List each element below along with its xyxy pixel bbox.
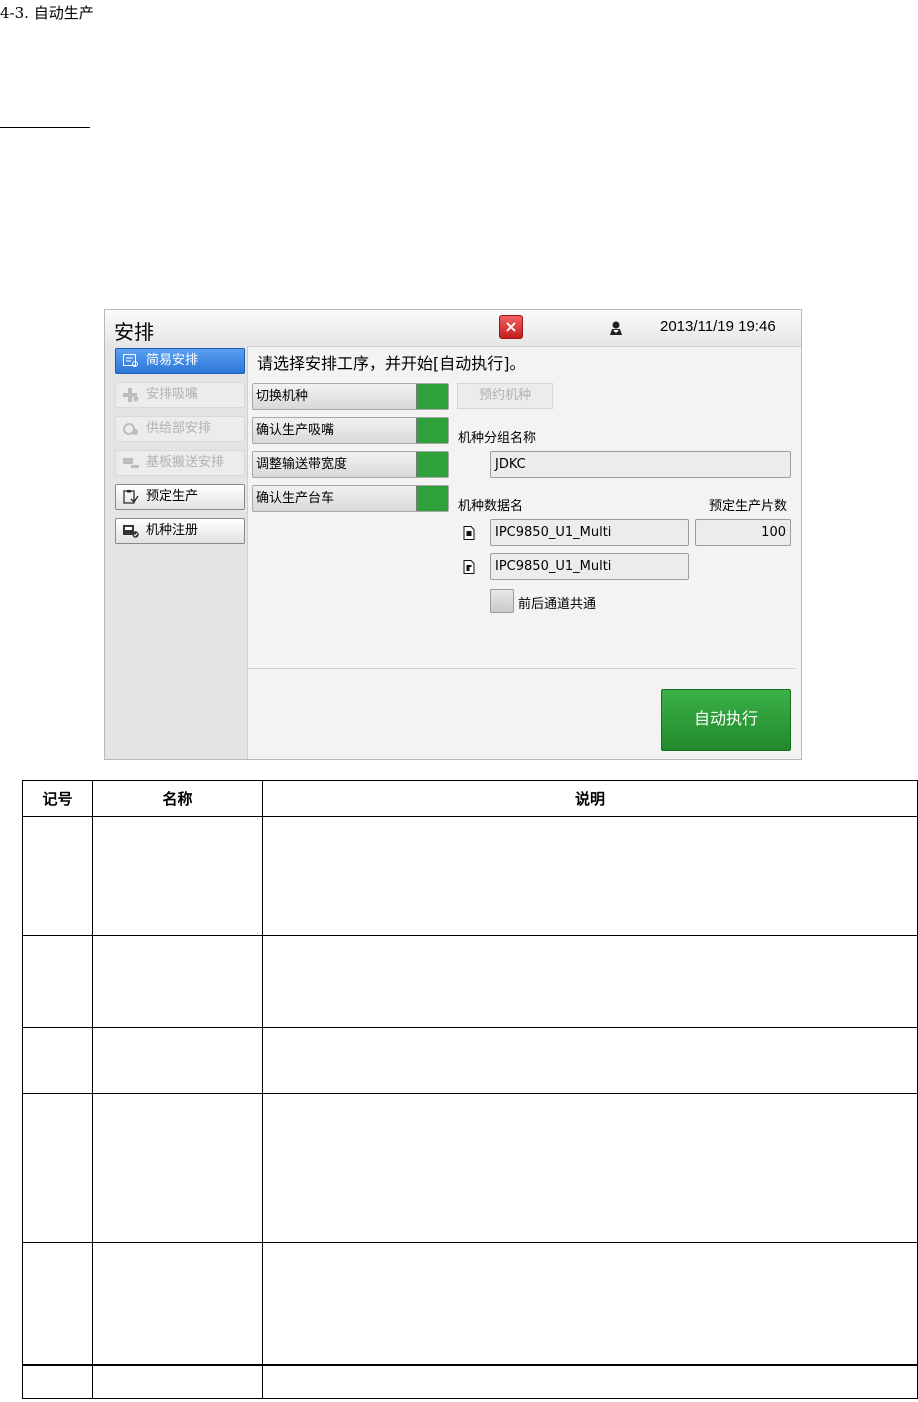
table-cell [22,935,93,1028]
table-cell [262,1364,918,1399]
step-change-model[interactable]: 切换机种 [252,383,449,410]
sidebar: 简易安排 安排吸嘴 供给部安排 基板搬送安排 预定生产 机种注册 [105,346,248,759]
sidebar-item-label: 供给部安排 [146,421,212,436]
group-name-label: 机种分组名称 [458,431,537,446]
common-lane-label: 前后通道共通 [518,597,597,612]
table-row [22,1027,918,1094]
step-confirm-cart[interactable]: 确认生产台车 [252,485,449,512]
list-search-icon [123,354,138,367]
sidebar-item-label: 基板搬送安排 [146,455,225,470]
group-name-field[interactable]: JDKC [490,451,791,478]
status-lamp [416,486,448,511]
step-label: 确认生产台车 [256,491,335,506]
sidebar-item-board-transfer[interactable]: 基板搬送安排 [115,450,245,476]
divider [248,668,795,669]
sidebar-item-nozzle-arrange[interactable]: 安排吸嘴 [115,382,245,408]
status-lamp [416,418,448,443]
table-cell [92,935,263,1028]
table-cell [92,816,263,936]
status-lamp [416,452,448,477]
table-cell [22,1242,93,1365]
table-row [22,1242,918,1365]
auto-execute-button[interactable]: 自动执行 [661,689,791,751]
table-cell [262,1093,918,1243]
register-icon [123,525,139,538]
sidebar-item-feeder-arrange[interactable]: 供给部安排 [115,416,245,442]
common-lane-checkbox[interactable] [490,589,514,613]
table-cell [22,816,93,936]
section-heading: 4-3. 自动生产 [0,4,94,22]
table-cell [92,1093,263,1243]
table-row [22,935,918,1028]
rear-file-icon [463,560,475,574]
title-bar: 安排 × 2013/11/19 19:46 [105,310,801,347]
datetime-display: 2013/11/19 19:46 [660,318,776,335]
data-name-rear-field[interactable]: IPC9850_U1_Multi [490,553,689,580]
feeder-icon [123,423,138,435]
table-cell [92,1364,263,1399]
table-cell [22,1093,93,1243]
column-header-name: 名称 [92,780,263,817]
clipboard-icon [123,490,139,504]
sidebar-item-label: 简易安排 [146,353,199,368]
step-label: 调整输送带宽度 [256,457,348,472]
step-label: 确认生产吸嘴 [256,423,335,438]
table-cell [22,1364,93,1399]
sidebar-item-model-register[interactable]: 机种注册 [115,518,245,544]
close-button[interactable]: × [499,315,523,339]
reserve-model-button[interactable]: 预约机种 [457,383,553,409]
table-row [22,1364,918,1399]
sidebar-item-scheduled-production[interactable]: 预定生产 [115,484,245,510]
sidebar-item-label: 机种注册 [146,523,199,538]
table-cell [92,1027,263,1094]
description-table: 记号 名称 说明 [22,780,918,1399]
table-header-row: 记号 名称 说明 [22,780,918,817]
screen-title: 安排 [114,320,154,344]
planned-count-label: 预定生产片数 [709,499,788,514]
planned-count-field[interactable]: 100 [695,519,791,546]
status-lamp [416,384,448,409]
sidebar-item-label: 预定生产 [146,489,199,504]
sidebar-item-simple-arrange[interactable]: 简易安排 [115,348,245,374]
board-transfer-icon [123,458,139,468]
step-confirm-nozzle[interactable]: 确认生产吸嘴 [252,417,449,444]
column-header-description: 说明 [262,780,918,817]
data-name-front-field[interactable]: IPC9850_U1_Multi [490,519,689,546]
heading-underline [0,127,90,128]
sidebar-item-label: 安排吸嘴 [146,387,199,402]
step-adjust-conveyor[interactable]: 调整输送带宽度 [252,451,449,478]
table-cell [92,1242,263,1365]
table-row [22,816,918,936]
add-nozzle-icon [123,388,139,402]
user-icon [610,321,622,335]
table-row [22,1093,918,1243]
screenshot-panel: 安排 × 2013/11/19 19:46 简易安排 安排吸嘴 供给部安排 基板… [104,309,802,760]
table-cell [262,816,918,936]
table-cell [262,1027,918,1094]
table-cell [262,1242,918,1365]
data-name-label: 机种数据名 [458,499,524,514]
table-cell [262,935,918,1028]
column-header-symbol: 记号 [22,780,93,817]
instruction-text: 请选择安排工序，并开始[自动执行]。 [257,354,526,373]
front-file-icon [463,526,475,540]
table-cell [22,1027,93,1094]
step-label: 切换机种 [256,389,309,404]
